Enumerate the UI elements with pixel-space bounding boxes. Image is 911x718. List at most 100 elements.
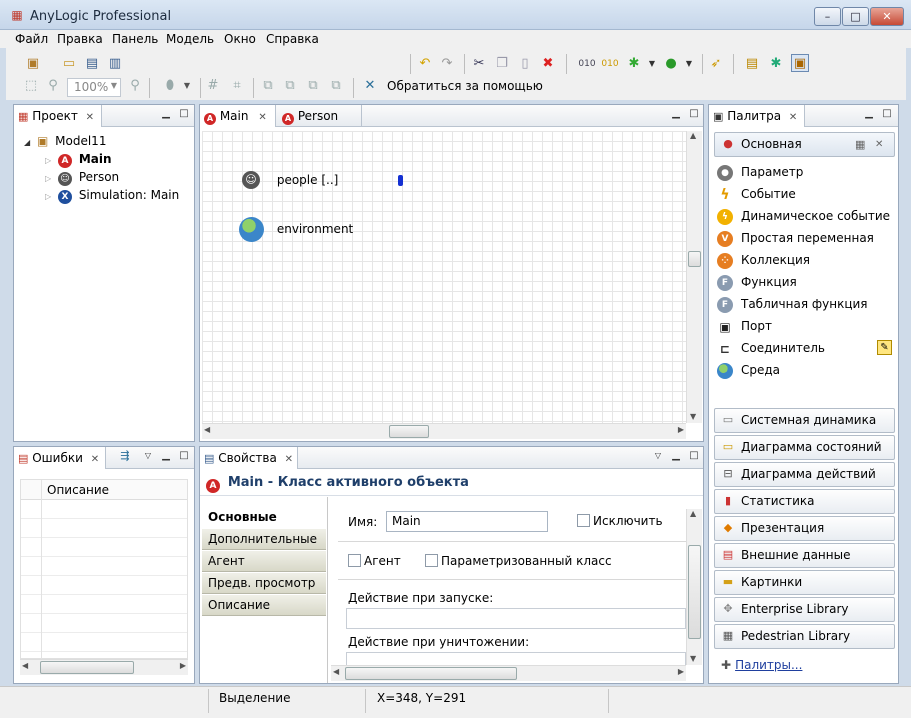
- expand-arrow-icon[interactable]: ▷: [45, 192, 51, 201]
- view-menu-icon[interactable]: ▽: [142, 450, 154, 462]
- grid-view-icon[interactable]: ▦: [855, 133, 865, 156]
- perspective-debug-icon[interactable]: ✱: [767, 55, 785, 73]
- column-header-description[interactable]: Описание: [47, 483, 109, 497]
- props-vscroll[interactable]: ▲ ▼: [686, 509, 702, 665]
- menu-edit[interactable]: Правка: [57, 31, 103, 47]
- palette-section-statechart[interactable]: ▭ Диаграмма состояний: [714, 435, 895, 460]
- scroll-right-icon[interactable]: ▶: [180, 661, 186, 670]
- minimize-button[interactable]: –: [814, 7, 841, 26]
- on-destroy-code-field[interactable]: [346, 652, 686, 666]
- props-hscroll[interactable]: ◀ ▶: [331, 665, 686, 681]
- zoom-out-icon[interactable]: ⚲: [126, 77, 144, 95]
- perspective-model-icon[interactable]: ▤: [743, 55, 761, 73]
- menu-model[interactable]: Модель: [166, 31, 214, 47]
- redo-icon[interactable]: ↷: [438, 55, 456, 73]
- palette-section-enterprise-library[interactable]: ✥ Enterprise Library: [714, 597, 895, 622]
- tab-preview[interactable]: Предв. просмотр: [202, 573, 326, 594]
- palette-item-collection[interactable]: ⁘ Коллекция: [717, 250, 810, 270]
- zoom-in-icon[interactable]: ⚲: [44, 77, 62, 95]
- palette-item-dynamic-event[interactable]: ϟ Динамическое событие: [717, 206, 890, 226]
- maximize-icon[interactable]: □: [178, 450, 190, 462]
- snap-grid-icon[interactable]: ⌗: [228, 77, 246, 95]
- scroll-left-icon[interactable]: ◀: [204, 425, 210, 434]
- help-request-link[interactable]: Обратиться за помощью: [387, 79, 543, 93]
- tab-main[interactable]: A Main ✕: [200, 105, 276, 127]
- build-icon[interactable]: 010: [578, 55, 596, 73]
- zoom-combo[interactable]: 100% ▼: [67, 78, 121, 97]
- rocket-icon[interactable]: ➶: [707, 55, 725, 73]
- send-back-icon[interactable]: ⧉: [327, 77, 345, 95]
- tree-item-main[interactable]: ▷ A Main: [45, 150, 112, 168]
- copy-icon[interactable]: ❐: [493, 55, 511, 73]
- group-icon[interactable]: ⧉: [259, 77, 277, 95]
- object-environment[interactable]: environment: [239, 217, 353, 243]
- menu-window[interactable]: Окно: [224, 31, 256, 47]
- checkbox-box[interactable]: [425, 554, 438, 567]
- tree-item-model[interactable]: ◢ ▣ Model11: [24, 132, 106, 150]
- minimize-icon[interactable]: ▁: [160, 450, 172, 462]
- editor-hscroll[interactable]: ◀ ▶: [202, 423, 686, 439]
- minimize-icon[interactable]: ▁: [670, 108, 682, 120]
- tab-properties[interactable]: ▤ Свойства ✕: [200, 447, 298, 469]
- palette-item-variable[interactable]: V Простая переменная: [717, 228, 874, 248]
- view-menu-icon[interactable]: ▽: [652, 450, 664, 462]
- save-all-icon[interactable]: ▥: [106, 55, 124, 73]
- scroll-right-icon[interactable]: ▶: [678, 425, 684, 434]
- scroll-thumb[interactable]: [688, 251, 701, 267]
- save-icon[interactable]: ▤: [83, 55, 101, 73]
- perspective-anylogic-icon[interactable]: ▣: [791, 54, 809, 72]
- errors-hscroll[interactable]: ◀ ▶: [20, 659, 188, 675]
- run-dropdown-icon[interactable]: ▼: [680, 55, 698, 73]
- palette-section-statistics[interactable]: ▮ Статистика: [714, 489, 895, 514]
- palette-section-system-dynamics[interactable]: ▭ Системная динамика: [714, 408, 895, 433]
- pencil-icon[interactable]: ✎: [877, 340, 892, 355]
- maximize-icon[interactable]: □: [881, 108, 893, 120]
- tree-item-simulation[interactable]: ▷ X Simulation: Main: [45, 186, 179, 204]
- grid-icon[interactable]: #: [204, 77, 222, 95]
- scroll-left-icon[interactable]: ◀: [333, 667, 339, 676]
- tab-errors[interactable]: ▤ Ошибки ✕: [14, 447, 106, 469]
- scroll-thumb[interactable]: [389, 425, 429, 438]
- parametrized-checkbox[interactable]: Параметризованный класс: [425, 554, 612, 568]
- palette-section-external-data[interactable]: ▤ Внешние данные: [714, 543, 895, 568]
- run-icon[interactable]: ●: [662, 55, 680, 73]
- maximize-icon[interactable]: □: [178, 108, 190, 120]
- close-icon[interactable]: ✕: [285, 454, 293, 465]
- menu-help[interactable]: Справка: [266, 31, 319, 47]
- palette-item-table-function[interactable]: F Табличная функция: [717, 294, 868, 314]
- minimize-icon[interactable]: ▁: [670, 450, 682, 462]
- new-model-icon[interactable]: ▣: [24, 55, 42, 73]
- chevron-down-icon[interactable]: ▼: [111, 81, 117, 90]
- cut-icon[interactable]: ✂: [470, 55, 488, 73]
- paste-icon[interactable]: ▯: [516, 55, 534, 73]
- close-icon[interactable]: ✕: [86, 112, 94, 123]
- help-tools-icon[interactable]: ✕: [361, 77, 379, 95]
- exclude-checkbox[interactable]: Исключить: [577, 514, 663, 528]
- tab-palette[interactable]: ▣ Палитра ✕: [709, 105, 805, 127]
- scroll-right-icon[interactable]: ▶: [678, 667, 684, 676]
- ungroup-icon[interactable]: ⧉: [281, 77, 299, 95]
- palette-item-parameter[interactable]: ● Параметр: [717, 162, 803, 182]
- tab-agent[interactable]: Агент: [202, 551, 326, 572]
- name-input[interactable]: Main: [386, 511, 548, 532]
- scroll-down-icon[interactable]: ▼: [690, 654, 696, 663]
- palette-item-connector[interactable]: ⊏ Соединитель ✎: [717, 338, 892, 358]
- pin-icon[interactable]: ⬮: [161, 77, 179, 95]
- minimize-icon[interactable]: ▁: [863, 108, 875, 120]
- checkbox-box[interactable]: [348, 554, 361, 567]
- palette-section-presentation[interactable]: ◆ Презентация: [714, 516, 895, 541]
- menu-file[interactable]: Файл: [15, 31, 48, 47]
- tab-advanced[interactable]: Дополнительные: [202, 529, 326, 550]
- close-icon[interactable]: ✕: [875, 133, 883, 156]
- filter-icon[interactable]: ⇶: [119, 450, 131, 462]
- zoom-fit-icon[interactable]: ⬚: [22, 77, 40, 95]
- minimize-icon[interactable]: ▁: [160, 108, 172, 120]
- build-all-icon[interactable]: 010: [601, 55, 619, 73]
- expand-arrow-icon[interactable]: ▷: [45, 174, 51, 183]
- agent-checkbox[interactable]: Агент: [348, 554, 401, 568]
- palette-section-action-chart[interactable]: ⊟ Диаграмма действий: [714, 462, 895, 487]
- close-icon[interactable]: ✕: [91, 454, 99, 465]
- maximize-icon[interactable]: □: [688, 108, 700, 120]
- maximize-button[interactable]: □: [842, 7, 869, 26]
- scroll-up-icon[interactable]: ▲: [690, 509, 696, 518]
